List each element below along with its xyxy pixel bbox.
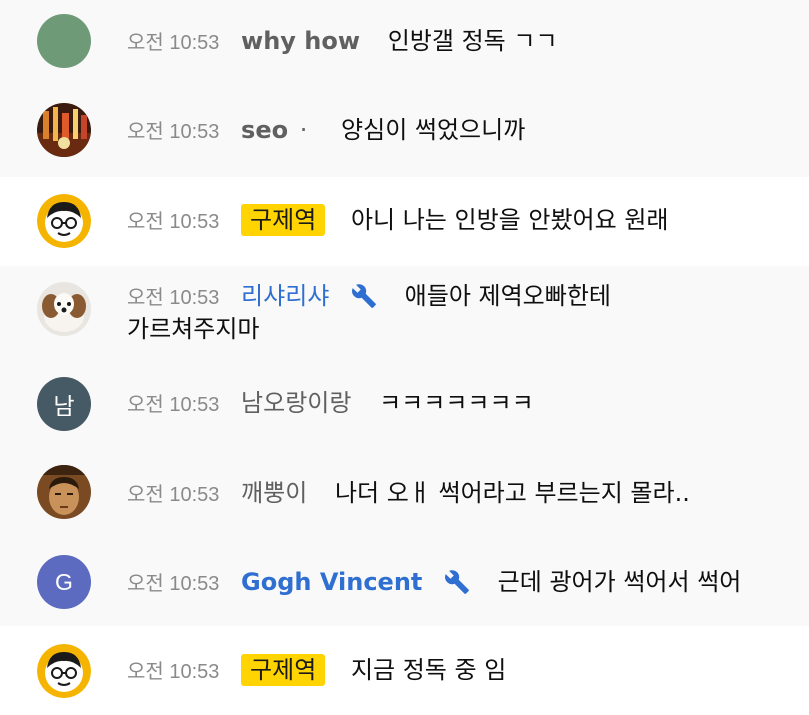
chat-line: 오전 10:53 Gogh Vincent 근데 광어가 썩어서 썩어 (127, 565, 799, 604)
author-name[interactable]: 리샤리샤 (241, 282, 329, 310)
avatar[interactable] (37, 103, 91, 157)
chat-message: 남 오전 10:53 남오랑이랑 ㅋㅋㅋㅋㅋㅋㅋ (0, 366, 809, 454)
author-name[interactable]: 남오랑이랑 (241, 389, 351, 417)
author-name[interactable]: 깨뿡이 (241, 479, 307, 507)
chat-message: G 오전 10:53 Gogh Vincent 근데 광어가 썩어서 썩어 (0, 540, 809, 626)
chat-line: 오전 10:53 남오랑이랑 ㅋㅋㅋㅋㅋㅋㅋ (127, 386, 799, 422)
chat-line: 오전 10:53 seo · 양심이 썩었으니까 (127, 113, 799, 149)
chat-line: 오전 10:53 구제역 지금 정독 중 임 (127, 653, 799, 689)
message-time: 오전 10:53 (127, 661, 220, 683)
message-text: ㅋㅋㅋㅋㅋㅋㅋ (379, 389, 534, 417)
message-time: 오전 10:53 (127, 394, 220, 416)
chat-message-owner: 오전 10:53 구제역 지금 정독 중 임 (0, 626, 809, 715)
owner-badge[interactable]: 구제역 (241, 654, 326, 686)
author-separator: · (299, 116, 308, 144)
chat-line: 오전 10:53 why how 인방갤 정독 ㄱㄱ (127, 24, 799, 60)
chat-line: 오전 10:53 깨뿡이 나더 오ㅐ 썩어라고 부르는지 몰라.. (127, 476, 799, 512)
owner-badge[interactable]: 구제역 (241, 204, 326, 236)
live-chat-list: 오전 10:53 why how 인방갤 정독 ㄱㄱ 오전 10:53 seo … (0, 0, 809, 715)
avatar[interactable] (37, 282, 91, 336)
avatar[interactable] (37, 14, 91, 68)
author-name[interactable]: why how (241, 27, 360, 55)
message-text-continued: 가르쳐주지마 (127, 315, 260, 343)
avatar[interactable]: G (37, 555, 91, 609)
avatar[interactable] (37, 194, 91, 248)
message-text: 아니 나는 인방을 안봤어요 원래 (350, 206, 669, 234)
message-text: 나더 오ㅐ 썩어라고 부르는지 몰라.. (334, 479, 690, 507)
message-time: 오전 10:53 (127, 211, 220, 233)
message-text: 애들아 제역오빠한테 (404, 282, 612, 310)
avatar[interactable] (37, 465, 91, 519)
message-time: 오전 10:53 (127, 484, 220, 506)
message-text: 양심이 썩었으니까 (341, 116, 526, 144)
message-text: 근데 광어가 썩어서 썩어 (497, 568, 742, 596)
chat-line: 오전 10:53 구제역 아니 나는 인방을 안봤어요 원래 (127, 203, 799, 239)
message-time: 오전 10:53 (127, 121, 220, 143)
avatar[interactable]: 남 (37, 377, 91, 431)
message-text: 인방갤 정독 ㄱㄱ (387, 27, 558, 55)
chat-message: 오전 10:53 why how 인방갤 정독 ㄱㄱ (0, 0, 809, 85)
wrench-icon (442, 569, 472, 604)
chat-message: 오전 10:53 리샤리샤 애들아 제역오빠한테 가르쳐주지마 (0, 266, 809, 366)
chat-message: 오전 10:53 깨뿡이 나더 오ㅐ 썩어라고 부르는지 몰라.. (0, 454, 809, 540)
chat-message-owner: 오전 10:53 구제역 아니 나는 인방을 안봤어요 원래 (0, 177, 809, 266)
author-name[interactable]: seo (241, 116, 288, 144)
avatar[interactable] (37, 644, 91, 698)
message-time: 오전 10:53 (127, 32, 220, 54)
message-text: 지금 정독 중 임 (350, 656, 507, 684)
message-time: 오전 10:53 (127, 573, 220, 595)
wrench-icon (349, 283, 379, 318)
author-name[interactable]: Gogh Vincent (241, 568, 422, 596)
message-time: 오전 10:53 (127, 287, 220, 309)
chat-message: 오전 10:53 seo · 양심이 썩었으니까 (0, 85, 809, 177)
